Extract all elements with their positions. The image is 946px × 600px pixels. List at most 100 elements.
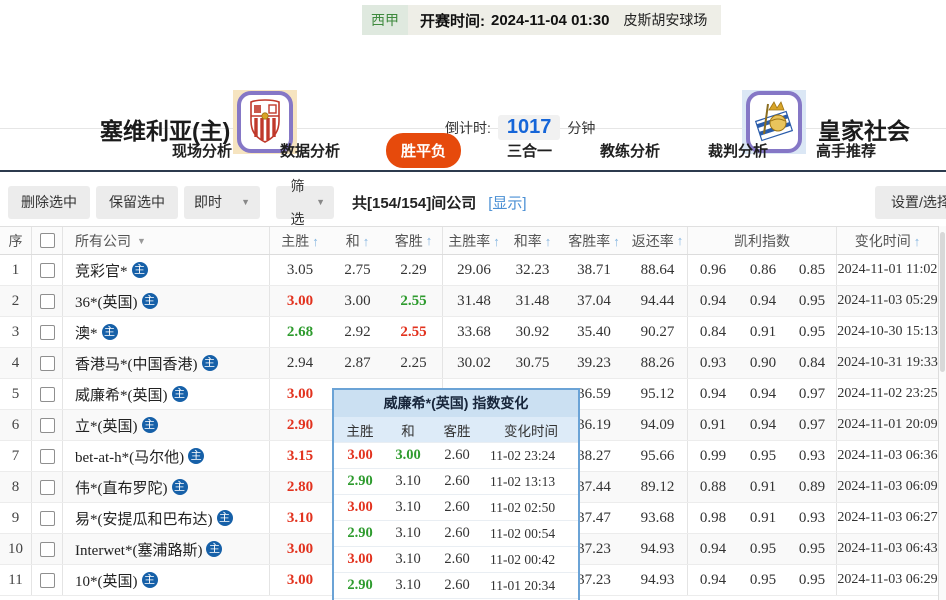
header-away-rate-label: 客胜率 — [568, 232, 611, 249]
company-name[interactable]: Interwet*(塞浦路斯) — [75, 539, 202, 560]
row-checkbox[interactable] — [39, 510, 55, 526]
return-rate: 88.26 — [628, 348, 688, 378]
row-checkbox[interactable] — [39, 386, 55, 402]
home-odds: 2.94 — [286, 354, 314, 371]
kelly-draw: 0.94 — [749, 292, 777, 309]
home-indicator-icon: 主 — [188, 448, 205, 464]
row-index: 11 — [0, 565, 32, 595]
header-draw-odds[interactable]: 和 ↑ — [330, 231, 385, 251]
change-time: 2024-11-01 11:02 — [837, 262, 938, 277]
company-cell: 立*(英国) 主 — [63, 410, 270, 440]
row-checkbox[interactable] — [39, 417, 55, 433]
row-checkbox[interactable] — [39, 541, 55, 557]
change-time: 2024-11-02 23:25 — [837, 386, 938, 401]
header-draw-rate[interactable]: 和率 ↑ — [505, 231, 560, 251]
table-row: 3 澳* 主 2.68 2.92 2.55 33.68 30.92 35.40 90.27 0.84… — [0, 317, 938, 348]
scrollbar-thumb[interactable] — [940, 232, 945, 372]
header-away-rate[interactable]: 客胜率 ↑ — [560, 231, 628, 251]
header-away-odds-label: 客胜 — [394, 232, 423, 249]
header-company[interactable]: 所有公司 ▼ — [63, 227, 270, 254]
company-count-text: 共[154/154]间公司 — [352, 195, 477, 212]
company-name[interactable]: 竞彩官* — [75, 260, 128, 281]
popup-draw-odds: 3.10 — [395, 473, 421, 489]
return-rate: 90.27 — [628, 317, 688, 347]
company-cell: Interwet*(塞浦路斯) 主 — [63, 534, 270, 564]
row-checkbox-cell — [32, 472, 63, 502]
company-name[interactable]: 伟*(直布罗陀) — [75, 477, 168, 498]
company-name[interactable]: 立*(英国) — [75, 415, 138, 436]
tabbar-inner: 现场分析 数据分析 胜平负 三合一 教练分析 裁判分析 高手推荐 — [170, 132, 878, 168]
tab-data-analysis[interactable]: 数据分析 — [278, 133, 342, 168]
dropdown-caret-icon: ▼ — [137, 235, 146, 246]
company-cell: 澳* 主 — [63, 317, 270, 347]
venue-name: 皮斯胡安球场 — [623, 12, 708, 28]
kickoff-time: 2024-11-04 01:30 — [491, 11, 610, 29]
return-rate: 95.12 — [628, 379, 688, 409]
company-name[interactable]: 10*(英国) — [75, 570, 138, 591]
popup-change-time: 11-01 20:34 — [490, 577, 556, 593]
header-return-rate[interactable]: 返还率 ↑ — [628, 227, 688, 254]
home-indicator-icon: 主 — [171, 386, 188, 402]
return-rate: 94.93 — [628, 534, 688, 564]
select-all-checkbox[interactable] — [39, 233, 55, 248]
header-home-rate[interactable]: 主胜率 ↑ — [443, 231, 505, 251]
odds-time-select-value: 即时 — [194, 194, 222, 210]
popup-change-time: 11-02 23:24 — [490, 447, 556, 463]
popup-away-odds: 2.60 — [444, 577, 470, 593]
row-checkbox[interactable] — [39, 324, 55, 340]
odds-time-select[interactable]: 即时 ▼ — [184, 186, 260, 219]
tab-referee-analysis[interactable]: 裁判分析 — [706, 133, 770, 168]
show-link[interactable]: [显示] — [488, 192, 526, 213]
kelly-away: 0.95 — [788, 534, 837, 564]
kelly-draw: 0.91 — [749, 323, 777, 340]
company-name[interactable]: bet-at-h*(马尔他) — [75, 446, 184, 467]
header-home-odds[interactable]: 主胜 ↑ — [270, 231, 330, 251]
company-name[interactable]: 易*(安提瓜和巴布达) — [75, 508, 213, 529]
popup-away-odds: 2.60 — [444, 551, 470, 567]
tab-live-analysis[interactable]: 现场分析 — [170, 133, 234, 168]
company-cell: 伟*(直布罗陀) 主 — [63, 472, 270, 502]
kelly-home: 0.94 — [699, 292, 727, 309]
kelly-draw: 0.95 — [749, 447, 777, 464]
return-rate: 94.93 — [628, 565, 688, 595]
row-index: 2 — [0, 286, 32, 316]
company-name[interactable]: 威廉希*(英国) — [75, 384, 168, 405]
popup-home-odds: 2.90 — [347, 577, 373, 593]
header-kelly-index: 凯利指数 — [688, 227, 837, 254]
draw-odds: 2.87 — [344, 354, 371, 371]
tab-three-in-one[interactable]: 三合一 — [505, 133, 554, 168]
return-rate: 93.68 — [628, 503, 688, 533]
tab-win-draw-lose[interactable]: 胜平负 — [385, 132, 461, 168]
row-checkbox[interactable] — [39, 355, 55, 371]
away-odds: 2.29 — [385, 255, 443, 285]
row-index: 8 — [0, 472, 32, 502]
row-checkbox[interactable] — [39, 262, 55, 278]
analysis-tabbar: 现场分析 数据分析 胜平负 三合一 教练分析 裁判分析 高手推荐 — [0, 130, 946, 172]
filter-dropdown[interactable]: 筛选 ▼ — [276, 178, 334, 227]
row-checkbox[interactable] — [39, 293, 55, 309]
tab-expert-picks[interactable]: 高手推荐 — [814, 133, 878, 168]
header-away-odds[interactable]: 客胜 ↑ — [385, 227, 443, 254]
header-return-rate-label: 返还率 — [631, 232, 674, 249]
company-name[interactable]: 36*(英国) — [75, 291, 138, 312]
row-checkbox[interactable] — [39, 448, 55, 464]
kelly-away: 0.95 — [788, 286, 837, 316]
kelly-away: 0.85 — [788, 255, 837, 285]
company-name[interactable]: 澳* — [75, 322, 98, 343]
row-checkbox[interactable] — [39, 479, 55, 495]
popup-draw-odds: 3.10 — [395, 577, 421, 593]
keep-selected-button[interactable]: 保留选中 — [96, 186, 178, 219]
row-index: 6 — [0, 410, 32, 440]
delete-selected-button[interactable]: 删除选中 — [8, 186, 90, 219]
settings-select-button[interactable]: 设置/选择 — [875, 186, 946, 219]
kelly-draw: 0.91 — [749, 509, 777, 526]
popup-change-time: 11-02 00:54 — [490, 525, 556, 541]
row-checkbox[interactable] — [39, 572, 55, 588]
header-change-time[interactable]: 变化时间 ↑ — [837, 231, 938, 251]
kelly-away: 0.97 — [788, 379, 837, 409]
draw-rate: 31.48 — [515, 292, 550, 309]
company-name[interactable]: 香港马*(中国香港) — [75, 353, 198, 374]
popup-header-draw: 和 — [401, 423, 415, 439]
tab-coach-analysis[interactable]: 教练分析 — [598, 133, 662, 168]
vertical-scrollbar[interactable] — [938, 226, 946, 600]
